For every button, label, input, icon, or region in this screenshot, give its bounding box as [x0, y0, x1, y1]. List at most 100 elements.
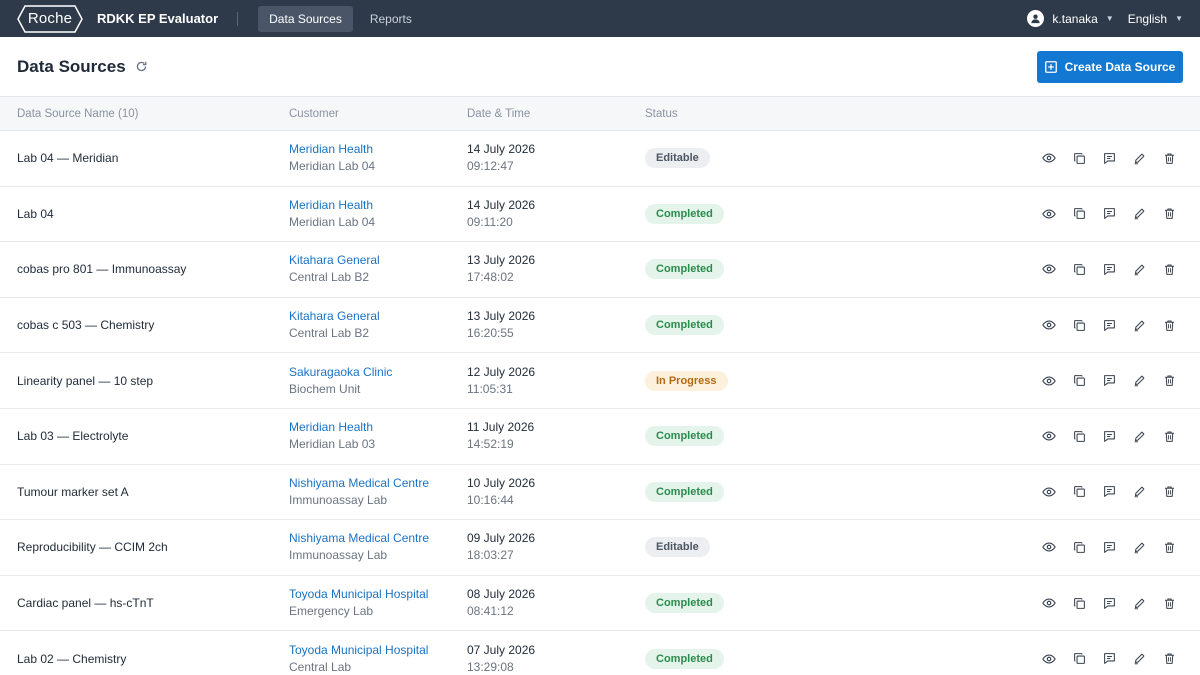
eye-icon[interactable]: [1034, 313, 1064, 337]
eye-icon[interactable]: [1034, 647, 1064, 671]
pencil-icon[interactable]: [1124, 202, 1154, 226]
eye-icon[interactable]: [1034, 535, 1064, 559]
pencil-icon[interactable]: [1124, 257, 1154, 281]
customer-link[interactable]: Meridian Health: [289, 197, 466, 214]
comment-icon[interactable]: [1094, 647, 1124, 671]
row-actions: [1034, 424, 1200, 448]
customer-link[interactable]: Kitahara General: [289, 252, 466, 269]
trash-icon[interactable]: [1154, 535, 1184, 559]
customer-link[interactable]: Nishiyama Medical Centre: [289, 530, 466, 547]
trash-icon[interactable]: [1154, 313, 1184, 337]
user-name[interactable]: k.tanaka: [1052, 12, 1097, 26]
create-data-source-button[interactable]: Create Data Source: [1037, 50, 1183, 83]
user-menu-chevron-icon[interactable]: ▼: [1106, 14, 1114, 23]
comment-icon[interactable]: [1094, 535, 1124, 559]
data-source-name[interactable]: Reproducibility — CCIM 2ch: [0, 540, 288, 554]
data-source-name[interactable]: cobas c 503 — Chemistry: [0, 318, 288, 332]
customer-link[interactable]: Meridian Health: [289, 141, 466, 158]
table-row[interactable]: cobas c 503 — Chemistry Kitahara General C…: [0, 298, 1200, 354]
status-badge: In Progress: [645, 370, 728, 391]
trash-icon[interactable]: [1154, 424, 1184, 448]
pencil-icon[interactable]: [1124, 535, 1154, 559]
copy-icon[interactable]: [1064, 591, 1094, 615]
data-source-name[interactable]: Cardiac panel — hs-cTnT: [0, 596, 288, 610]
customer-link[interactable]: Kitahara General: [289, 308, 466, 325]
comment-icon[interactable]: [1094, 424, 1124, 448]
pencil-icon[interactable]: [1124, 424, 1154, 448]
copy-icon[interactable]: [1064, 369, 1094, 393]
comment-icon[interactable]: [1094, 480, 1124, 504]
data-source-name[interactable]: Tumour marker set A: [0, 485, 288, 499]
trash-icon[interactable]: [1154, 480, 1184, 504]
status-badge: Completed: [645, 426, 724, 447]
copy-icon[interactable]: [1064, 480, 1094, 504]
header-datetime[interactable]: Date & Time: [466, 108, 644, 120]
table-row[interactable]: Linearity panel — 10 step Sakuragaoka Cli…: [0, 353, 1200, 409]
eye-icon[interactable]: [1034, 480, 1064, 504]
table-row[interactable]: Reproducibility — CCIM 2ch Nishiyama Medi…: [0, 520, 1200, 576]
nav-tab-data-sources[interactable]: Data Sources: [258, 5, 353, 32]
copy-icon[interactable]: [1064, 202, 1094, 226]
comment-icon[interactable]: [1094, 146, 1124, 170]
customer-link[interactable]: Nishiyama Medical Centre: [289, 475, 466, 492]
header-status[interactable]: Status: [644, 108, 1200, 120]
time-text: 11:05:31: [467, 381, 513, 396]
comment-icon[interactable]: [1094, 202, 1124, 226]
table-row[interactable]: Tumour marker set A Nishiyama Medical Cen…: [0, 465, 1200, 521]
pencil-icon[interactable]: [1124, 591, 1154, 615]
copy-icon[interactable]: [1064, 257, 1094, 281]
trash-icon[interactable]: [1154, 202, 1184, 226]
table-row[interactable]: Lab 03 — Electrolyte Meridian Health Merid…: [0, 409, 1200, 465]
table-row[interactable]: Lab 04 Meridian Health Meridian Lab 04 14 J…: [0, 187, 1200, 243]
comment-icon[interactable]: [1094, 313, 1124, 337]
data-source-name[interactable]: Lab 04 — Meridian: [0, 151, 288, 165]
customer-site: Meridian Lab 03: [289, 437, 376, 452]
header-name[interactable]: Data Source Name (10): [0, 108, 288, 120]
comment-icon[interactable]: [1094, 257, 1124, 281]
data-source-name[interactable]: Lab 04: [0, 207, 288, 221]
roche-logo[interactable]: Roche: [17, 4, 83, 33]
trash-icon[interactable]: [1154, 591, 1184, 615]
customer-link[interactable]: Sakuragaoka Clinic: [289, 364, 466, 381]
trash-icon[interactable]: [1154, 257, 1184, 281]
table-row[interactable]: Lab 04 — Meridian Meridian Health Meridian…: [0, 131, 1200, 187]
eye-icon[interactable]: [1034, 591, 1064, 615]
comment-icon[interactable]: [1094, 369, 1124, 393]
eye-icon[interactable]: [1034, 369, 1064, 393]
datetime-cell: 13 July 2026 16:20:55: [466, 308, 644, 342]
comment-icon[interactable]: [1094, 591, 1124, 615]
customer-link[interactable]: Meridian Health: [289, 419, 466, 436]
refresh-icon[interactable]: [135, 60, 148, 73]
eye-icon[interactable]: [1034, 146, 1064, 170]
trash-icon[interactable]: [1154, 146, 1184, 170]
eye-icon[interactable]: [1034, 424, 1064, 448]
copy-icon[interactable]: [1064, 647, 1094, 671]
header-customer[interactable]: Customer: [288, 108, 466, 120]
trash-icon[interactable]: [1154, 647, 1184, 671]
eye-icon[interactable]: [1034, 257, 1064, 281]
pencil-icon[interactable]: [1124, 146, 1154, 170]
trash-icon[interactable]: [1154, 369, 1184, 393]
customer-link[interactable]: Toyoda Municipal Hospital: [289, 586, 466, 603]
table-row[interactable]: Cardiac panel — hs-cTnT Toyoda Municipal …: [0, 576, 1200, 632]
table-row[interactable]: Lab 02 — Chemistry Toyoda Municipal Hospi…: [0, 631, 1200, 675]
copy-icon[interactable]: [1064, 424, 1094, 448]
language-selector[interactable]: English ▼: [1128, 12, 1183, 26]
eye-icon[interactable]: [1034, 202, 1064, 226]
customer-link[interactable]: Toyoda Municipal Hospital: [289, 642, 466, 659]
user-avatar-icon[interactable]: [1027, 10, 1045, 27]
pencil-icon[interactable]: [1124, 480, 1154, 504]
data-source-name[interactable]: Lab 03 — Electrolyte: [0, 429, 288, 443]
copy-icon[interactable]: [1064, 146, 1094, 170]
copy-icon[interactable]: [1064, 313, 1094, 337]
time-text: 16:20:55: [467, 326, 514, 341]
pencil-icon[interactable]: [1124, 369, 1154, 393]
data-source-name[interactable]: Linearity panel — 10 step: [0, 374, 288, 388]
copy-icon[interactable]: [1064, 535, 1094, 559]
table-row[interactable]: cobas pro 801 — Immunoassay Kitahara Gene…: [0, 242, 1200, 298]
data-source-name[interactable]: cobas pro 801 — Immunoassay: [0, 262, 288, 276]
nav-tab-reports[interactable]: Reports: [359, 6, 423, 32]
pencil-icon[interactable]: [1124, 647, 1154, 671]
data-source-name[interactable]: Lab 02 — Chemistry: [0, 652, 288, 666]
pencil-icon[interactable]: [1124, 313, 1154, 337]
